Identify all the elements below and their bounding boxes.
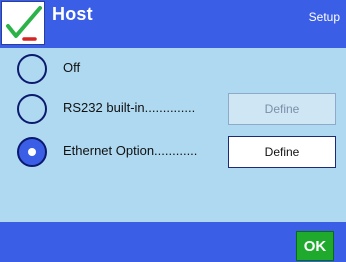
option-off-label: Off [63,60,81,75]
option-rs232[interactable]: RS232 built-in.............. Define [0,90,346,128]
ok-button[interactable]: OK [296,231,334,261]
bottom-bar [0,222,346,262]
radio-rs232[interactable] [17,94,47,124]
option-ethernet[interactable]: Ethernet Option............ Define [0,133,346,171]
host-setup-screen: Host Setup Off RS232 built-in...........… [0,0,346,262]
ethernet-define-button[interactable]: Define [228,136,336,168]
mode-label: Setup [308,10,340,24]
radio-ethernet[interactable] [17,137,47,167]
title-bar: Host Setup [0,0,346,48]
rs232-define-button[interactable]: Define [228,93,336,125]
option-ethernet-label: Ethernet Option............ [63,143,198,158]
option-off[interactable]: Off [0,50,346,88]
option-rs232-label: RS232 built-in.............. [63,100,196,115]
radio-off[interactable] [17,54,47,84]
checkmark-logo-icon [1,1,45,45]
page-title: Host [52,4,93,24]
